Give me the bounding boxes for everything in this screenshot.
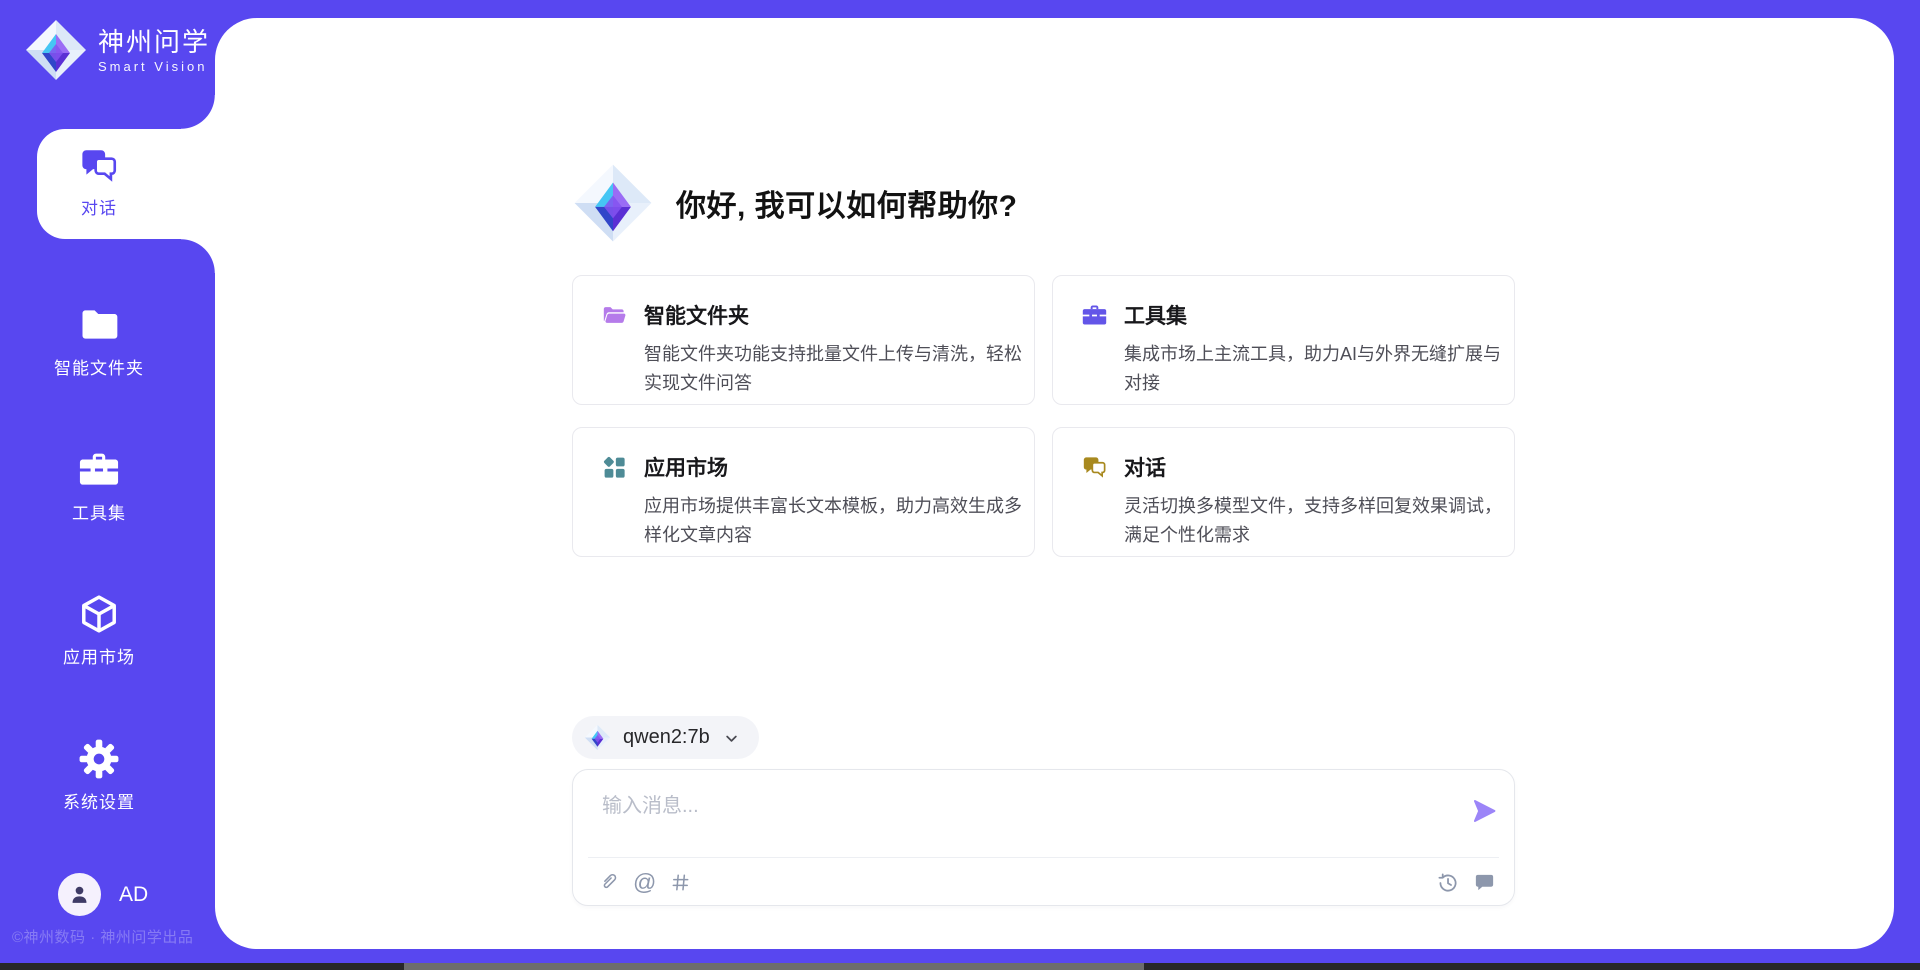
sidebar-item-label: 应用市场 (63, 643, 135, 668)
message-composer: @ (572, 769, 1515, 906)
assistant-gem-icon (572, 162, 654, 244)
app-grid-icon (601, 454, 628, 481)
sidebar-item-label: 工具集 (72, 499, 126, 524)
horizontal-scrollbar-thumb[interactable] (404, 963, 1144, 970)
message-input[interactable] (600, 785, 1444, 827)
sidebar-footer: ©神州数码 · 神州问学出品 (12, 926, 212, 947)
card-description: 集成市场上主流工具，助力AI与外界无缝扩展与对接 (1124, 340, 1506, 398)
card-title: 应用市场 (644, 452, 728, 482)
model-selector[interactable]: qwen2:7b (572, 716, 759, 759)
sidebar-item-smart-folder[interactable]: 智能文件夹 (0, 303, 198, 379)
briefcase-icon (1081, 302, 1108, 329)
feature-cards: 智能文件夹 智能文件夹功能支持批量文件上传与清洗，轻松实现文件问答 (572, 275, 1515, 557)
model-gem-icon (584, 724, 611, 751)
user-profile[interactable]: AD (58, 873, 148, 916)
card-description: 应用市场提供丰富长文本模板，助力高效生成多样化文章内容 (644, 492, 1026, 550)
card-title: 智能文件夹 (644, 300, 749, 330)
sidebar-item-chat[interactable]: 对话 (0, 145, 198, 219)
folder-open-icon (601, 302, 628, 329)
main-panel: 你好, 我可以如何帮助你? 智能文件夹 智能文件夹功能支持批量文件上传与清洗，轻… (215, 18, 1894, 949)
brand-subtitle: Smart Vision (98, 59, 210, 74)
greeting: 你好, 我可以如何帮助你? (572, 162, 1018, 244)
gear-icon (77, 737, 121, 781)
app-screen: 神州问学 Smart Vision 对话 智能文件夹 (0, 0, 1920, 970)
card-chat[interactable]: 对话 灵活切换多模型文件，支持多样回复效果调试，满足个性化需求 (1052, 427, 1515, 557)
active-tab-fillet-bottom (181, 239, 215, 273)
avatar[interactable] (58, 873, 101, 916)
card-smart-folder[interactable]: 智能文件夹 智能文件夹功能支持批量文件上传与清洗，轻松实现文件问答 (572, 275, 1035, 405)
card-title: 对话 (1124, 452, 1166, 482)
chevron-down-icon (722, 729, 741, 748)
sidebar-item-app-market[interactable]: 应用市场 (0, 592, 198, 668)
sidebar-item-label: 对话 (81, 194, 117, 219)
feedback-chat-icon[interactable] (1473, 871, 1496, 894)
horizontal-scrollbar-track[interactable] (0, 963, 1920, 970)
composer-divider (588, 857, 1499, 858)
card-app-market[interactable]: 应用市场 应用市场提供丰富长文本模板，助力高效生成多样化文章内容 (572, 427, 1035, 557)
sidebar-item-label: 智能文件夹 (54, 354, 144, 379)
brand-title: 神州问学 (98, 27, 210, 57)
brand-gem-icon (24, 18, 88, 82)
card-description: 灵活切换多模型文件，支持多样回复效果调试，满足个性化需求 (1124, 492, 1506, 550)
attachment-icon[interactable] (597, 871, 620, 894)
folder-icon (77, 303, 121, 347)
composer-toolbar-right (1435, 858, 1496, 906)
active-tab-fillet-top (181, 95, 215, 129)
sidebar-item-label: 系统设置 (63, 788, 135, 813)
card-toolset[interactable]: 工具集 集成市场上主流工具，助力AI与外界无缝扩展与对接 (1052, 275, 1515, 405)
briefcase-icon (77, 448, 121, 492)
brand-logo: 神州问学 Smart Vision (24, 18, 210, 82)
greeting-text: 你好, 我可以如何帮助你? (676, 181, 1018, 225)
cube-icon (77, 592, 121, 636)
chat-bubbles-icon (78, 145, 120, 187)
hashtag-icon[interactable] (669, 871, 692, 894)
sidebar-item-toolset[interactable]: 工具集 (0, 448, 198, 524)
send-button[interactable] (1470, 797, 1498, 825)
model-name: qwen2:7b (623, 726, 710, 749)
chat-bubbles-icon (1081, 454, 1108, 481)
send-icon (1470, 797, 1498, 825)
history-icon[interactable] (1435, 870, 1460, 895)
person-icon (67, 882, 92, 907)
sidebar-item-settings[interactable]: 系统设置 (0, 737, 198, 813)
user-name: AD (119, 883, 148, 907)
card-title: 工具集 (1124, 300, 1187, 330)
composer-toolbar-left: @ (597, 858, 692, 906)
mention-icon[interactable]: @ (633, 871, 656, 894)
card-description: 智能文件夹功能支持批量文件上传与清洗，轻松实现文件问答 (644, 340, 1026, 398)
